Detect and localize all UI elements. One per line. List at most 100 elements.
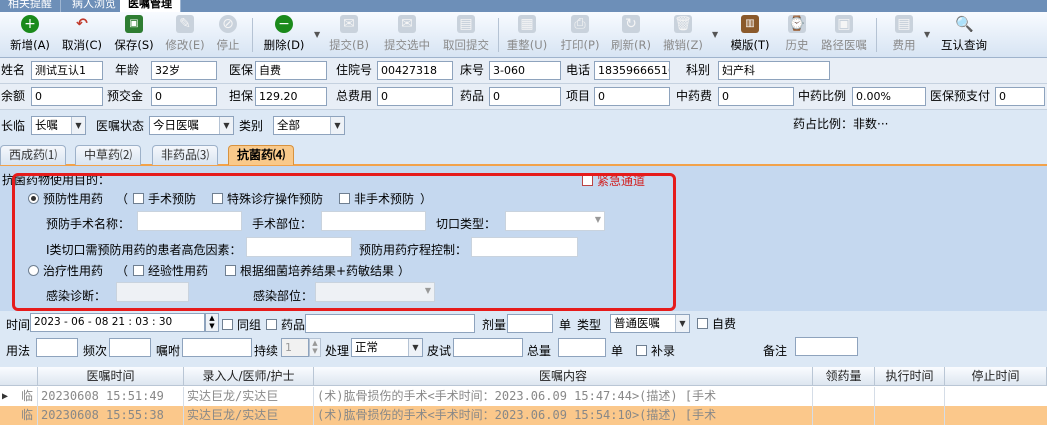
unit2-label: 单	[611, 344, 624, 358]
herbal-fee-field[interactable]: 0	[718, 87, 794, 106]
chevron-down-icon: ▼	[71, 117, 85, 134]
admission-label: 住院号	[336, 63, 373, 77]
row-pointer-icon: ▶	[2, 391, 9, 402]
mutual-query-button[interactable]: 🔍 互认查询	[938, 15, 990, 55]
submit-selected-button[interactable]: ✉ 提交选中	[380, 15, 434, 55]
save-button[interactable]: ▣ 保存(S)	[112, 15, 156, 55]
grid-header-exec-time[interactable]: 执行时间	[875, 367, 945, 386]
dose-input[interactable]	[507, 314, 553, 333]
chevron-down-icon[interactable]: ▼	[314, 30, 320, 39]
grid-header-dispense[interactable]: 领药量	[813, 367, 875, 386]
duration-spinner[interactable]: ▲ ▼	[309, 338, 321, 357]
order-grid: 医嘱时间 录入人/医师/护士 医嘱内容 领药量 执行时间 停止时间 ▶ 临 20…	[0, 367, 1047, 435]
grid-header-entered-by[interactable]: 录入人/医师/护士	[184, 367, 314, 386]
template-icon: ▥	[741, 15, 759, 33]
order-type-select[interactable]: 长嘱 ▼	[31, 116, 86, 135]
retrieve-button[interactable]: ▤ 取回提交	[439, 15, 493, 55]
grid-header-content[interactable]: 医嘱内容	[314, 367, 813, 386]
remark-input[interactable]	[795, 337, 858, 356]
frequency-input[interactable]	[109, 338, 151, 357]
bed-field[interactable]: 3-060	[489, 61, 561, 80]
phone-label: 电话	[566, 63, 591, 77]
herbal-ratio-field[interactable]: 0.00%	[852, 87, 926, 106]
delete-button[interactable]: − 删除(D)	[260, 15, 308, 55]
history-button[interactable]: ⌚ 历史	[781, 15, 813, 55]
dept-field[interactable]: 妇产科	[718, 61, 830, 80]
toolbar: + 新增(A) ↶ 取消(C) ▣ 保存(S) ✎ 修改(E) ⊘ 停止 − 删…	[0, 12, 1047, 58]
item-fee-field[interactable]: 0	[594, 87, 670, 106]
edit-button[interactable]: ✎ 修改(E)	[163, 15, 207, 55]
template-button[interactable]: ▥ 模版(T)	[727, 15, 773, 55]
age-field[interactable]: 32岁	[151, 61, 217, 80]
guarantee-field[interactable]: 129.20	[255, 87, 327, 106]
drug-checkbox[interactable]: 药品	[266, 316, 305, 333]
print-button[interactable]: ⎙ 打印(P)	[557, 15, 603, 55]
tab-western-medicine[interactable]: 西成药⑴	[0, 145, 67, 165]
add-icon: +	[21, 15, 39, 33]
row-order-time: 20230608 15:51:49	[38, 387, 184, 406]
handling-select[interactable]: 正常 ▼	[351, 338, 423, 357]
fee-icon: ▤	[895, 15, 913, 33]
toolbar-separator	[498, 18, 499, 52]
checkbox-icon	[697, 318, 708, 329]
chevron-down-icon: ▼	[330, 117, 344, 134]
add-button[interactable]: + 新增(A)	[8, 15, 52, 55]
supplement-checkbox[interactable]: 补录	[636, 342, 675, 359]
chevron-down-icon: ▼	[408, 339, 422, 356]
order-kind-select[interactable]: 普通医嘱 ▼	[610, 314, 690, 333]
tab-reminders[interactable]: 相关提醒	[0, 0, 61, 12]
grid-header-order-time[interactable]: 医嘱时间	[38, 367, 184, 386]
tab-antibiotics[interactable]: 抗菌药⑷	[228, 145, 295, 165]
tab-non-drug[interactable]: 非药品⑶	[152, 145, 219, 165]
order-time-input[interactable]: 2023 - 06 - 08 21 : 03 : 30	[30, 313, 205, 332]
balance-field[interactable]: 0	[31, 87, 103, 106]
toolbar-separator	[252, 18, 253, 52]
chevron-down-icon: ▼	[219, 117, 233, 134]
refresh-button[interactable]: ↻ 刷新(R)	[608, 15, 654, 55]
time-spinner[interactable]: ▲ ▼	[205, 313, 219, 332]
balance-label: 余额	[1, 89, 26, 103]
grid-header-stop-time[interactable]: 停止时间	[945, 367, 1047, 386]
grid-header-corner	[0, 367, 38, 386]
revoke-button[interactable]: 🗑 撤销(Z)	[660, 15, 706, 55]
stop-button[interactable]: ⊘ 停止	[212, 15, 244, 55]
prepay-field[interactable]: 0	[151, 87, 217, 106]
reorganize-button[interactable]: ▦ 重整(U)	[504, 15, 550, 55]
search-icon: 🔍	[955, 15, 974, 33]
same-group-checkbox[interactable]: 同组	[222, 316, 261, 333]
duration-input[interactable]: 1	[281, 338, 309, 357]
tab-chinese-herbal[interactable]: 中草药⑵	[75, 145, 142, 165]
total-fee-field[interactable]: 0	[377, 87, 453, 106]
chevron-down-icon[interactable]: ▼	[924, 30, 930, 39]
drug-fee-field[interactable]: 0	[489, 87, 561, 106]
tab-patient-browse[interactable]: 病人浏览	[64, 0, 125, 12]
phone-field[interactable]: 18359666516	[594, 61, 670, 80]
row-entered-by: 实达巨龙/实达巨	[184, 406, 314, 425]
chevron-down-icon[interactable]: ▼	[712, 30, 718, 39]
table-row[interactable]: ▶ 临 20230608 15:51:49 实达巨龙/实达巨 (术)肱骨损伤的手…	[0, 387, 1047, 406]
insurance-prepay-field[interactable]: 0	[995, 87, 1045, 106]
order-status-select[interactable]: 今日医嘱 ▼	[149, 116, 234, 135]
total-amount-input[interactable]	[558, 338, 606, 357]
submit-button[interactable]: ✉ 提交(B)	[326, 15, 372, 55]
insurance-field[interactable]: 自费	[255, 61, 327, 80]
name-field[interactable]: 测试互认1	[31, 61, 103, 80]
instruction-input[interactable]	[182, 338, 252, 357]
cancel-button[interactable]: ↶ 取消(C)	[60, 15, 104, 55]
skin-test-input[interactable]	[453, 338, 523, 357]
remark-label: 备注	[763, 344, 788, 358]
self-pay-checkbox[interactable]: 自费	[697, 315, 736, 332]
stop-icon: ⊘	[219, 15, 237, 33]
fee-button[interactable]: ▤ 费用	[888, 15, 920, 55]
trash-icon: 🗑	[674, 15, 692, 33]
chevron-down-icon: ▼	[675, 315, 689, 332]
drug-input[interactable]	[305, 314, 475, 333]
row-stop-time	[945, 406, 1047, 425]
retrieve-icon: ▤	[457, 15, 475, 33]
usage-input[interactable]	[36, 338, 78, 357]
table-row[interactable]: 临 20230608 15:55:38 实达巨龙/实达巨 (术)肱骨损伤的手术<…	[0, 406, 1047, 425]
tab-order-management[interactable]: 医嘱管理	[120, 0, 181, 12]
category-select[interactable]: 全部 ▼	[273, 116, 345, 135]
admission-field[interactable]: 00427318	[377, 61, 453, 80]
path-order-button[interactable]: ▣ 路径医嘱	[818, 15, 870, 55]
